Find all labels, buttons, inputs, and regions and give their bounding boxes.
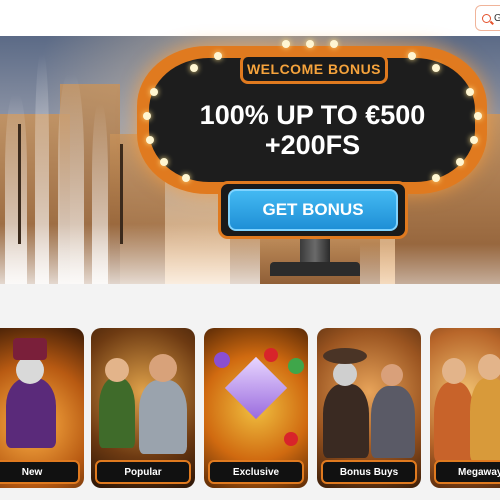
palm-tree — [18, 124, 21, 244]
category-card-new[interactable]: New — [0, 328, 84, 488]
character-head — [149, 354, 177, 382]
marquee-bulb — [470, 136, 478, 144]
category-label: Exclusive — [208, 460, 304, 484]
marquee-bulb — [182, 174, 190, 182]
palm-tree — [120, 144, 123, 244]
marquee-bulb — [190, 64, 198, 72]
welcome-bonus-badge: WELCOME BONUS — [240, 54, 388, 84]
marquee-bulb — [214, 52, 222, 60]
category-label: Bonus Buys — [321, 460, 417, 484]
search-button[interactable]: G — [475, 5, 500, 31]
character-hat — [13, 338, 47, 360]
character-figure — [323, 384, 369, 458]
marquee-bulb — [432, 64, 440, 72]
fruit-cherry — [284, 432, 298, 446]
category-label: Megaways — [434, 460, 500, 484]
marquee-bulb — [306, 40, 314, 48]
character-figure — [470, 378, 500, 462]
category-card-exclusive[interactable]: Exclusive — [204, 328, 308, 488]
casino-page: G WELCOME BONUS 100% UP TO €500 +200FS G… — [0, 0, 500, 500]
sign-base — [270, 262, 360, 276]
bonus-headline: 100% UP TO €500 +200FS — [160, 100, 465, 160]
game-categories: New Popular Exclusive Bonus Buys Megaway — [0, 284, 500, 500]
category-card-megaways[interactable]: Megaways — [430, 328, 500, 488]
category-label: New — [0, 460, 80, 484]
search-label: G — [494, 12, 500, 24]
marquee-bulb — [143, 112, 151, 120]
character-head — [333, 362, 357, 386]
character-figure — [371, 386, 415, 458]
character-head — [381, 364, 403, 386]
character-figure — [434, 382, 474, 462]
fountain-mist — [360, 244, 500, 284]
marquee-bulb — [282, 40, 290, 48]
marquee-bulb — [466, 88, 474, 96]
marquee-bulb — [408, 52, 416, 60]
get-bonus-button[interactable]: GET BONUS — [228, 189, 398, 231]
character-hat — [323, 348, 367, 364]
character-figure — [6, 378, 56, 448]
marquee-bulb — [474, 112, 482, 120]
character-head — [478, 354, 500, 380]
character-figure — [139, 380, 187, 454]
marquee-bulb — [330, 40, 338, 48]
fruit-cherry — [264, 348, 278, 362]
search-icon — [482, 13, 491, 23]
character-head — [105, 358, 129, 382]
character-figure — [99, 378, 135, 448]
fruit-plum — [214, 352, 230, 368]
character-head — [442, 358, 466, 384]
bonus-headline-spins: +200FS — [264, 130, 361, 160]
marquee-bulb — [150, 88, 158, 96]
fruit-watermelon — [288, 358, 304, 374]
category-label: Popular — [95, 460, 191, 484]
marquee-bulb — [146, 136, 154, 144]
category-card-popular[interactable]: Popular — [91, 328, 195, 488]
top-bar: G — [0, 0, 500, 36]
category-card-bonus-buys[interactable]: Bonus Buys — [317, 328, 421, 488]
marquee-bulb — [432, 174, 440, 182]
bonus-headline-amount: 100% UP TO €500 — [199, 100, 426, 130]
character-head — [16, 356, 44, 384]
